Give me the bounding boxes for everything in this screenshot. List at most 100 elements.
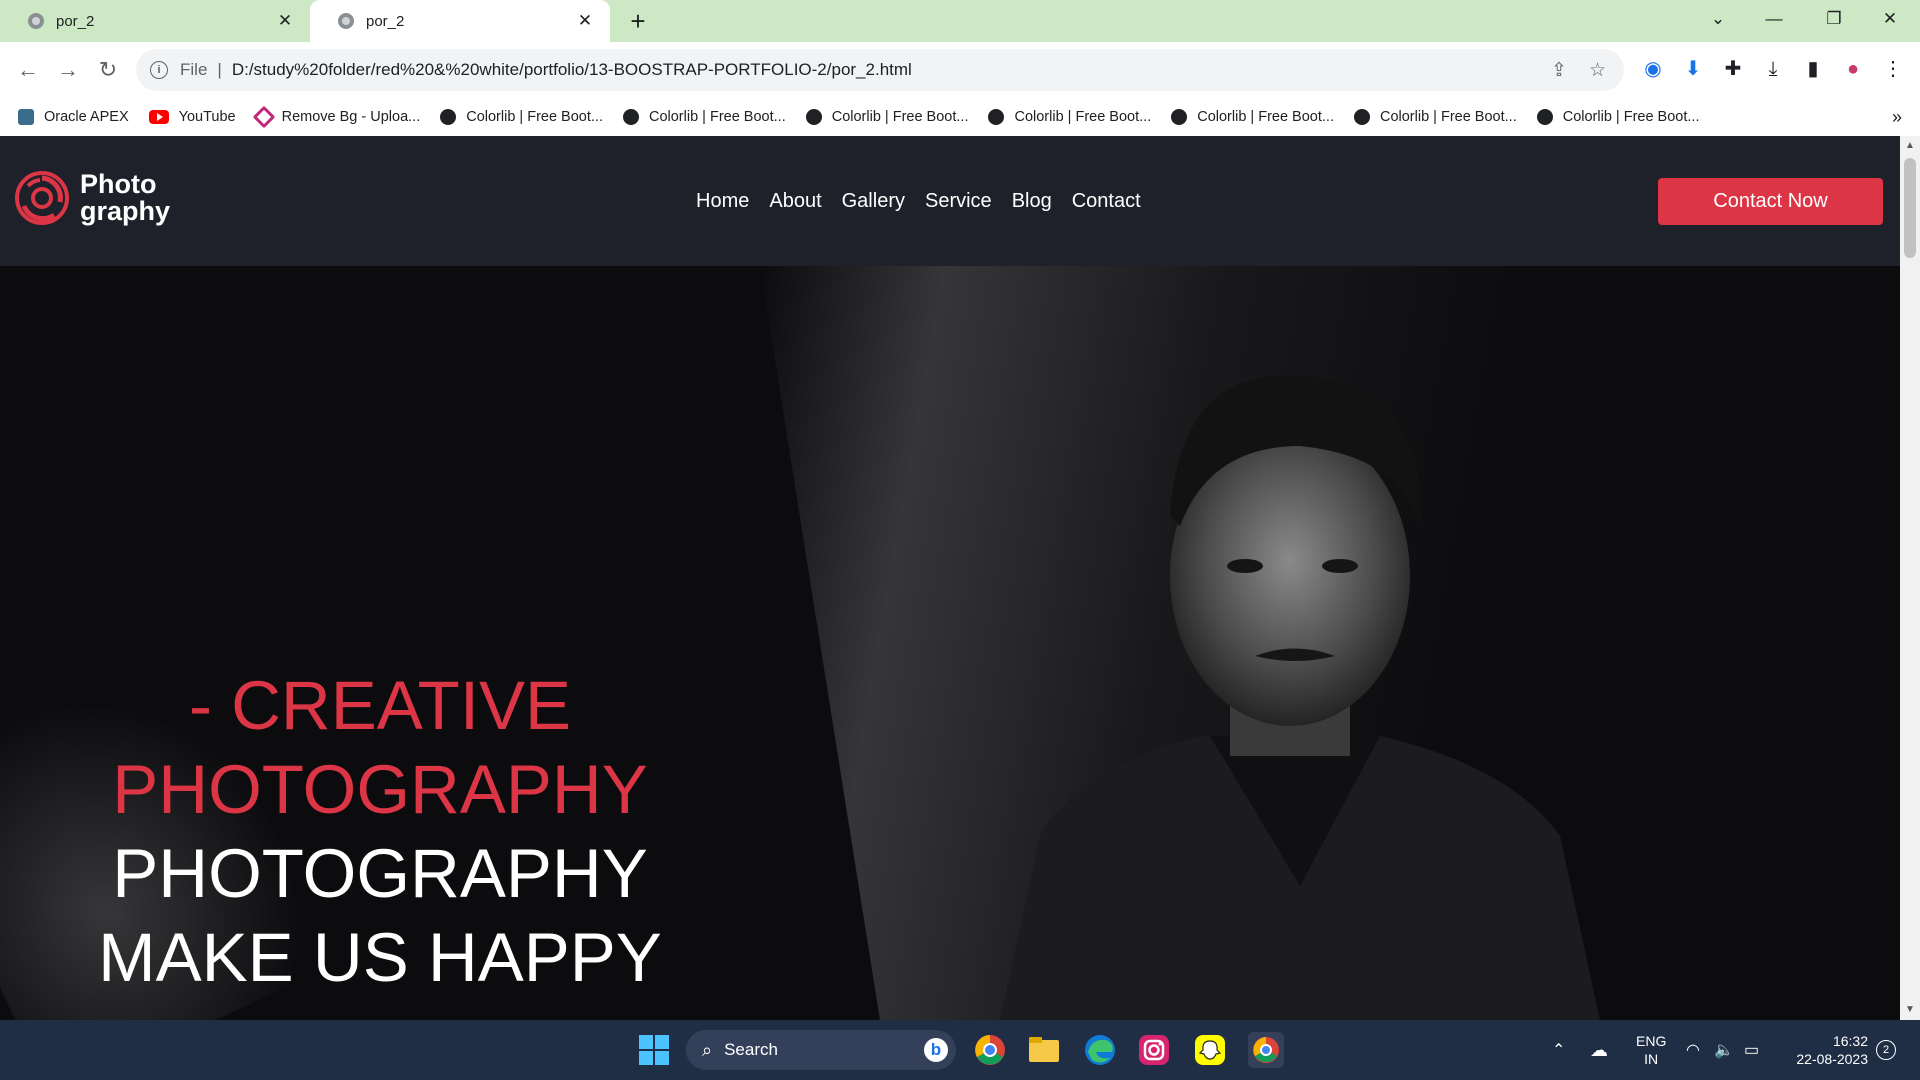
show-hidden-icons[interactable]: ⌃: [1552, 1020, 1565, 1080]
nav-gallery[interactable]: Gallery: [842, 190, 905, 213]
browser-tab-2[interactable]: por_2 ✕: [310, 0, 610, 42]
notification-badge[interactable]: 2: [1876, 1020, 1896, 1080]
more-bookmarks-icon[interactable]: »: [1892, 107, 1902, 128]
onedrive-icon[interactable]: ☁: [1590, 1020, 1608, 1080]
download-extension-icon[interactable]: ⬇: [1678, 54, 1708, 84]
close-icon[interactable]: ✕: [572, 11, 598, 31]
page-scrollbar[interactable]: ▲ ▼: [1900, 136, 1920, 1020]
scrollbar-thumb[interactable]: [1904, 158, 1916, 258]
scroll-up-icon[interactable]: ▲: [1905, 140, 1915, 151]
share-icon[interactable]: ⇪: [1551, 59, 1567, 82]
globe-icon: [28, 13, 44, 29]
bookmark-label: Oracle APEX: [44, 109, 129, 125]
hero-accent-line-2: PHOTOGRAPHY: [112, 751, 648, 828]
browser-toolbar: ← → ↻ i File | D:/study%20folder/red%20&…: [0, 42, 1920, 98]
reload-icon[interactable]: ↻: [92, 54, 124, 86]
tab-strip: por_2 ✕ por_2 ✕ + ⌄ — ❐ ✕: [0, 0, 1920, 42]
chrome-icon[interactable]: [972, 1032, 1008, 1068]
close-window-icon[interactable]: ✕: [1862, 0, 1918, 40]
address-bar[interactable]: i File | D:/study%20folder/red%20&%20whi…: [136, 49, 1624, 91]
web-page: Photo graphy Home About Gallery Service …: [0, 136, 1900, 1020]
globe-icon: [805, 109, 822, 125]
profile-avatar[interactable]: ●: [1838, 54, 1868, 84]
bookmark-youtube[interactable]: YouTube: [148, 109, 236, 125]
bookmark-remove-bg[interactable]: Remove Bg - Uploa...: [252, 105, 420, 129]
back-icon[interactable]: ←: [12, 54, 44, 86]
clock[interactable]: 16:32 22-08-2023: [1780, 1020, 1868, 1080]
hero-heading: - CREATIVE PHOTOGRAPHY PHOTOGRAPHY MAKE …: [0, 664, 760, 1000]
puzzle-icon[interactable]: ✚: [1718, 54, 1748, 84]
wifi-icon[interactable]: ◠: [1686, 1020, 1700, 1080]
bookmark-label: YouTube: [178, 109, 236, 125]
bookmark-colorlib[interactable]: Colorlib | Free Boot...: [1536, 109, 1700, 125]
scroll-down-icon[interactable]: ▼: [1905, 1004, 1915, 1015]
close-icon[interactable]: ✕: [272, 11, 298, 31]
globe-icon: [1171, 109, 1188, 125]
bookmarks-bar: Oracle APEX YouTube Remove Bg - Uploa...…: [0, 98, 1920, 137]
notification-count: 2: [1876, 1040, 1896, 1060]
minimize-icon[interactable]: —: [1746, 0, 1802, 40]
youtube-icon: [148, 110, 169, 124]
windows-taskbar: ⌕ Search b ⌃ ☁ ENG IN ◠ 🔈 ▭ 16:32 22-08-…: [0, 1020, 1920, 1080]
tab-search-icon[interactable]: ⌄: [1690, 0, 1746, 40]
globe-icon: [1353, 109, 1370, 125]
clock-time: 16:32: [1832, 1033, 1868, 1049]
tab-title: por_2: [366, 12, 405, 30]
bookmark-label: Colorlib | Free Boot...: [1379, 109, 1517, 125]
bookmark-colorlib[interactable]: Colorlib | Free Boot...: [805, 109, 969, 125]
url-scheme: File: [180, 60, 208, 79]
nav-service[interactable]: Service: [925, 190, 992, 213]
nav-blog[interactable]: Blog: [1012, 190, 1052, 213]
bookmark-label: Colorlib | Free Boot...: [1562, 109, 1700, 125]
tab-title: por_2: [56, 12, 95, 30]
bing-icon[interactable]: b: [924, 1038, 948, 1062]
battery-icon[interactable]: ▭: [1744, 1020, 1759, 1080]
globe-icon: [440, 109, 457, 125]
globe-icon: [338, 13, 354, 29]
bookmark-label: Colorlib | Free Boot...: [466, 109, 603, 125]
bookmark-colorlib[interactable]: Colorlib | Free Boot...: [1353, 109, 1517, 125]
bookmark-colorlib[interactable]: Colorlib | Free Boot...: [622, 109, 786, 125]
url-text[interactable]: D:/study%20folder/red%20&%20white/portfo…: [232, 60, 912, 80]
edge-icon[interactable]: [1082, 1032, 1118, 1068]
nav-home[interactable]: Home: [696, 190, 749, 213]
bookmark-label: Colorlib | Free Boot...: [1014, 109, 1152, 125]
bookmark-colorlib[interactable]: Colorlib | Free Boot...: [440, 109, 603, 125]
browser-tab-1[interactable]: por_2 ✕: [0, 0, 310, 42]
language-code: ENG: [1636, 1033, 1667, 1049]
downloads-icon[interactable]: ⤓: [1758, 54, 1788, 84]
bookmark-oracle-apex[interactable]: Oracle APEX: [18, 109, 129, 125]
hero-line-3: PHOTOGRAPHY: [112, 835, 648, 912]
taskbar-search[interactable]: ⌕ Search b: [686, 1030, 956, 1070]
language-indicator[interactable]: ENG IN: [1636, 1020, 1666, 1080]
oracle-apex-icon: [18, 109, 34, 125]
region-code: IN: [1644, 1051, 1659, 1067]
contact-now-button[interactable]: Contact Now: [1658, 178, 1883, 225]
bookmark-colorlib[interactable]: Colorlib | Free Boot...: [1171, 109, 1334, 125]
nav-contact[interactable]: Contact: [1072, 190, 1141, 213]
forward-icon[interactable]: →: [52, 54, 84, 86]
new-tab-button[interactable]: +: [624, 6, 652, 36]
snapchat-icon[interactable]: [1192, 1032, 1228, 1068]
restore-icon[interactable]: ❐: [1806, 0, 1862, 40]
divider: |: [217, 60, 222, 79]
windows-start-icon[interactable]: [636, 1032, 672, 1068]
search-label: Search: [724, 1040, 778, 1059]
menu-icon[interactable]: ⋮: [1878, 54, 1908, 84]
info-icon[interactable]: i: [150, 61, 168, 79]
clock-date: 22-08-2023: [1796, 1051, 1868, 1067]
aperture-logo-icon: [15, 171, 69, 225]
nav-about[interactable]: About: [769, 190, 821, 213]
file-explorer-icon[interactable]: [1026, 1032, 1062, 1068]
site-logo[interactable]: Photo graphy: [14, 170, 170, 226]
bookmark-label: Colorlib | Free Boot...: [1197, 109, 1334, 125]
hero-section: - CREATIVE PHOTOGRAPHY PHOTOGRAPHY MAKE …: [0, 266, 1900, 1020]
bookmark-star-icon[interactable]: ☆: [1589, 59, 1606, 82]
volume-icon[interactable]: 🔈: [1714, 1020, 1734, 1080]
side-panel-icon[interactable]: ▮: [1798, 54, 1828, 84]
extension-icon[interactable]: ◉: [1638, 54, 1668, 84]
bookmark-colorlib[interactable]: Colorlib | Free Boot...: [988, 109, 1151, 125]
chrome-active-icon[interactable]: [1248, 1032, 1284, 1068]
bookmark-label: Colorlib | Free Boot...: [831, 109, 969, 125]
instagram-icon[interactable]: [1136, 1032, 1172, 1068]
